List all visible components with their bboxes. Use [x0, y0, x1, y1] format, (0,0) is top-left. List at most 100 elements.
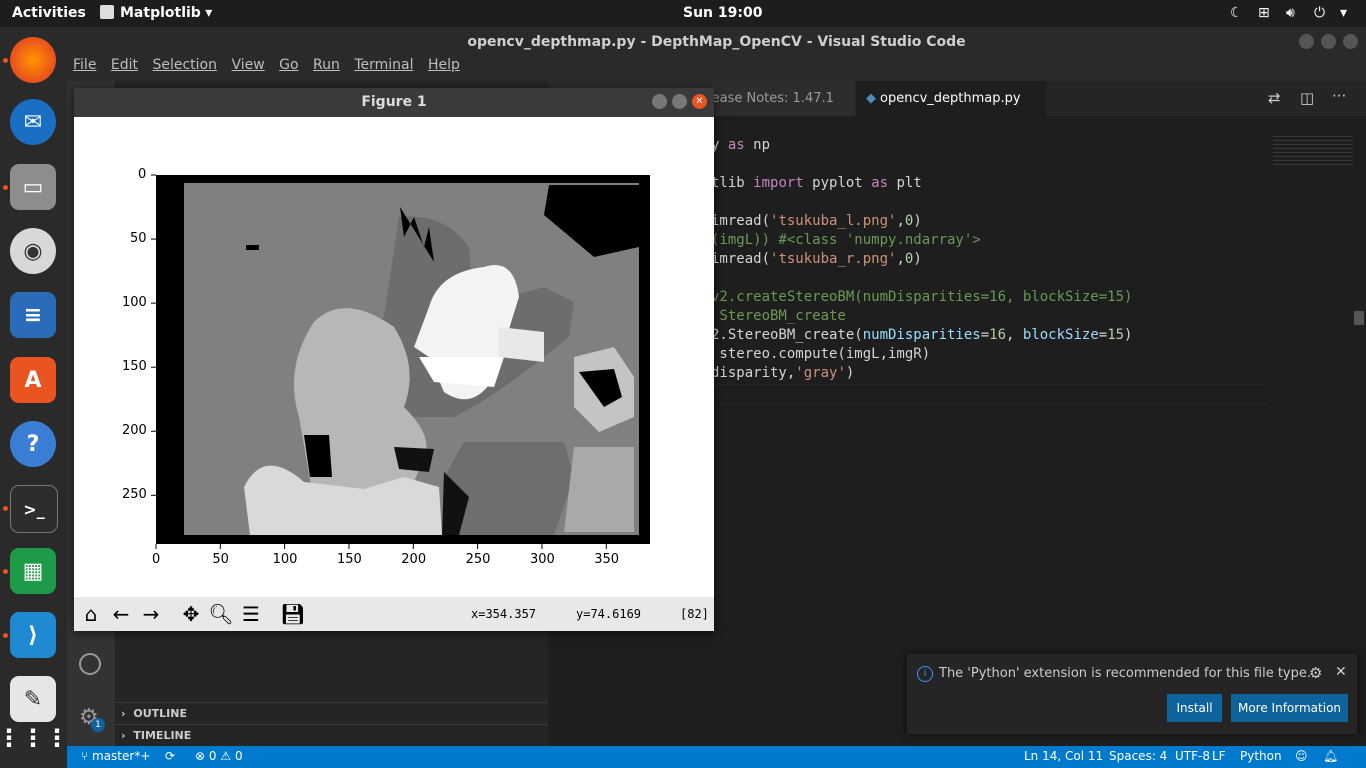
branch-label: master*+ — [92, 749, 151, 763]
notification-close-icon[interactable]: ✕ — [1335, 664, 1347, 680]
figure-close-button[interactable]: ✕ — [692, 94, 707, 109]
back-arrow-icon[interactable]: ← — [108, 601, 134, 627]
volume-icon[interactable]: 🔊︎ — [1286, 5, 1295, 21]
notification-settings-gear-icon[interactable]: ⚙ — [1309, 664, 1322, 682]
clock[interactable]: Sun 19:00 — [683, 5, 762, 21]
x-tick-label: 200 — [401, 552, 427, 567]
night-light-icon[interactable]: ☾ — [1230, 5, 1243, 21]
running-indicator — [3, 185, 8, 190]
chevron-right-icon: › — [121, 707, 126, 720]
maximize-button[interactable] — [1321, 34, 1336, 49]
menu-edit[interactable]: Edit — [111, 57, 138, 73]
system-menu-chevron-icon[interactable]: ▾ — [1340, 5, 1347, 21]
outline-section[interactable]: › OUTLINE — [115, 702, 548, 725]
install-button[interactable]: Install — [1167, 694, 1222, 722]
code-line-12: stereo.compute(imgL,imgR) — [711, 346, 931, 362]
cursor-x-readout: x=354.357 — [471, 607, 537, 621]
help-icon[interactable]: ? — [10, 421, 56, 467]
x-tick-label: 150 — [336, 552, 362, 567]
info-icon: i — [917, 666, 933, 682]
status-bar: ⑂ master*+ ⟳ ⊗ 0 ⚠ 0 Ln 14, Col 11 Space… — [67, 746, 1366, 768]
timeline-label: TIMELINE — [133, 729, 192, 742]
running-indicator — [3, 633, 8, 638]
x-tick-label: 350 — [594, 552, 620, 567]
save-figure-icon[interactable]: 💾︎ — [280, 601, 306, 627]
end-of-line[interactable]: LF — [1212, 749, 1226, 763]
zoom-magnifier-icon[interactable]: 🔍︎ — [208, 601, 234, 627]
menu-run[interactable]: Run — [313, 57, 340, 73]
figure-canvas[interactable]: 0 50 100 150 200 250 300 350 0 50 100 150 200 250 — [74, 117, 714, 597]
encoding[interactable]: UTF-8 — [1175, 749, 1210, 763]
figure-title: Figure 1 — [361, 94, 427, 110]
chevron-right-icon: › — [121, 729, 126, 742]
disparity-image — [156, 175, 650, 544]
y-tick-label: 100 — [122, 295, 147, 311]
indentation[interactable]: Spaces: 4 — [1109, 749, 1167, 763]
menu-help[interactable]: Help — [428, 57, 460, 73]
y-tick-label: 200 — [122, 423, 147, 439]
pixel-value-readout: [82] — [680, 607, 709, 621]
tab-opencv-depthmap[interactable]: ◆opencv_depthmap.py ✕ — [856, 81, 1046, 141]
software-center-icon[interactable]: A — [10, 357, 56, 403]
figure-maximize-button[interactable] — [672, 94, 687, 109]
chevron-down-icon: ▾ — [205, 5, 213, 21]
cursor-position[interactable]: Ln 14, Col 11 — [1024, 749, 1103, 763]
x-tick-label: 300 — [529, 552, 555, 567]
tab-label: opencv_depthmap.py — [880, 91, 1021, 106]
power-icon[interactable]: ⏻ — [1314, 5, 1325, 21]
problems-indicator[interactable]: ⊗ 0 ⚠ 0 — [195, 749, 243, 763]
code-line-9: v2.createStereoBM(numDisparities=16, blo… — [711, 289, 1133, 305]
files-icon[interactable]: ▭ — [10, 164, 56, 210]
configure-subplots-icon[interactable]: ☰ — [238, 601, 264, 627]
minimize-button[interactable] — [1299, 34, 1314, 49]
running-indicator — [3, 506, 8, 511]
minimap[interactable] — [1273, 136, 1353, 166]
x-tick-label: 100 — [272, 552, 298, 567]
sync-icon[interactable]: ⟳ — [165, 749, 175, 763]
menu-go[interactable]: Go — [279, 57, 298, 73]
editor-scrollbar[interactable] — [1354, 311, 1364, 325]
show-applications-icon[interactable]: ⋮⋮⋮ — [0, 715, 69, 761]
timeline-section[interactable]: › TIMELINE — [115, 724, 548, 747]
figure-minimize-button[interactable] — [652, 94, 667, 109]
thunderbird-icon[interactable]: ✉ — [10, 99, 56, 145]
forward-arrow-icon[interactable]: → — [138, 601, 164, 627]
feedback-icon[interactable]: ☺ — [1295, 749, 1308, 763]
menu-selection[interactable]: Selection — [152, 57, 217, 73]
notification-message: The 'Python' extension is recommended fo… — [939, 666, 1311, 681]
code-line-1: y as np — [711, 137, 771, 153]
terminal-icon[interactable]: >_ — [10, 485, 58, 533]
libreoffice-calc-icon[interactable]: ▦ — [10, 548, 56, 594]
libreoffice-writer-icon[interactable]: ≡ — [10, 292, 56, 338]
vscode-icon[interactable]: ⟩ — [10, 612, 56, 658]
code-line-5: imread('tsukuba_l.png',0) — [711, 213, 922, 229]
figure-title-bar: Figure 1 ✕ — [74, 88, 714, 117]
home-icon[interactable]: ⌂ — [78, 601, 104, 627]
split-editor-icon[interactable]: ◫ — [1300, 89, 1314, 107]
rhythmbox-icon[interactable]: ◉ — [10, 228, 56, 274]
language-mode[interactable]: Python — [1240, 749, 1282, 763]
app-menu[interactable]: Matplotlib ▾ — [100, 5, 212, 21]
firefox-icon[interactable] — [10, 37, 56, 83]
menu-view[interactable]: View — [231, 57, 264, 73]
network-icon[interactable]: ⊞ — [1258, 5, 1270, 21]
pan-icon[interactable]: ✥ — [178, 601, 204, 627]
code-line-3: tlib import pyplot as plt — [711, 175, 922, 191]
close-button[interactable] — [1343, 34, 1358, 49]
python-file-icon: ◆ — [866, 91, 876, 106]
more-information-button[interactable]: More Information — [1231, 694, 1348, 722]
vscode-title-bar: opencv_depthmap.py - DepthMap_OpenCV - V… — [67, 27, 1366, 57]
error-count: 0 — [208, 749, 217, 763]
y-tick-label: 50 — [130, 231, 147, 247]
menu-file[interactable]: File — [73, 57, 96, 73]
menu-terminal[interactable]: Terminal — [354, 57, 413, 73]
accounts-icon[interactable] — [79, 653, 101, 675]
navigation-toolbar: ⌂ ← → ✥ 🔍︎ ☰ 💾︎ x=354.357 y=74.6169 [82] — [74, 597, 714, 631]
notifications-bell-icon[interactable]: 🔔︎ — [1323, 749, 1338, 763]
activities-button[interactable]: Activities — [12, 5, 86, 21]
git-branch[interactable]: ⑂ master*+ — [81, 749, 150, 763]
more-actions-icon[interactable]: ··· — [1332, 87, 1346, 105]
open-changes-icon[interactable]: ⇄ — [1268, 89, 1281, 107]
git-branch-icon: ⑂ — [81, 749, 93, 763]
error-icon: ⊗ — [195, 749, 206, 763]
